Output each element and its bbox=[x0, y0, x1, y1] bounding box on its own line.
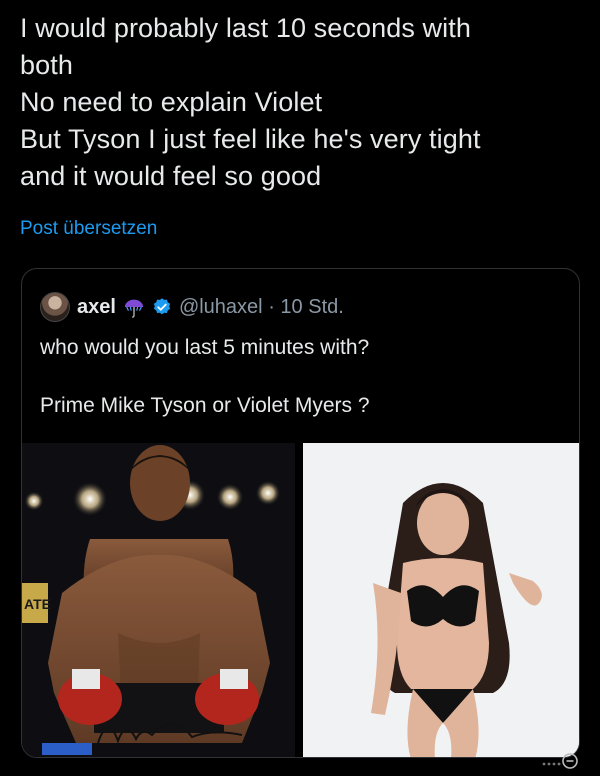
avatar[interactable] bbox=[40, 292, 70, 322]
media-grid: ATE bbox=[22, 443, 579, 757]
stage-light bbox=[216, 483, 244, 511]
quoted-line: Prime Mike Tyson or Violet Myers ? bbox=[40, 394, 370, 417]
model-photo bbox=[303, 443, 579, 757]
tweet-text: I would probably last 10 seconds with bo… bbox=[20, 10, 590, 195]
stage-light bbox=[255, 480, 281, 506]
media-image-right[interactable] bbox=[303, 443, 579, 757]
stage-light bbox=[72, 481, 108, 517]
author-name[interactable]: axel bbox=[77, 296, 116, 319]
tweet-line: No need to explain Violet bbox=[20, 87, 323, 117]
quoted-tweet-header: axel @luhaxel · 10 Std. bbox=[40, 291, 344, 323]
verified-icon bbox=[153, 298, 171, 315]
tweet-line: But Tyson I just feel like he's very tig… bbox=[20, 124, 481, 154]
stage-light bbox=[24, 491, 44, 511]
tweet-line: and it would feel so good bbox=[20, 161, 322, 191]
post-time: 10 Std. bbox=[280, 295, 344, 318]
media-image-left[interactable]: ATE bbox=[22, 443, 295, 757]
quoted-tweet-card[interactable]: axel @luhaxel · 10 Std. who would you la… bbox=[21, 268, 580, 758]
handle-text: @luhaxel bbox=[178, 295, 263, 318]
boxer-photo: ATE bbox=[22, 443, 295, 757]
meta-separator: · bbox=[268, 295, 275, 318]
quoted-tweet-text: who would you last 5 minutes with? Prime… bbox=[40, 333, 560, 449]
quoted-line: who would you last 5 minutes with? bbox=[40, 336, 370, 359]
author-handle[interactable]: @luhaxel · 10 Std. bbox=[179, 296, 344, 319]
more-options-icon[interactable] bbox=[540, 752, 580, 770]
umbrella-icon bbox=[124, 299, 144, 318]
translate-link[interactable]: Post übersetzen bbox=[20, 218, 157, 240]
media-divider bbox=[295, 443, 303, 757]
ring-sign-text: ATE bbox=[24, 596, 51, 612]
tweet-line: both bbox=[20, 50, 73, 80]
tweet-line: I would probably last 10 seconds with bbox=[20, 13, 471, 43]
